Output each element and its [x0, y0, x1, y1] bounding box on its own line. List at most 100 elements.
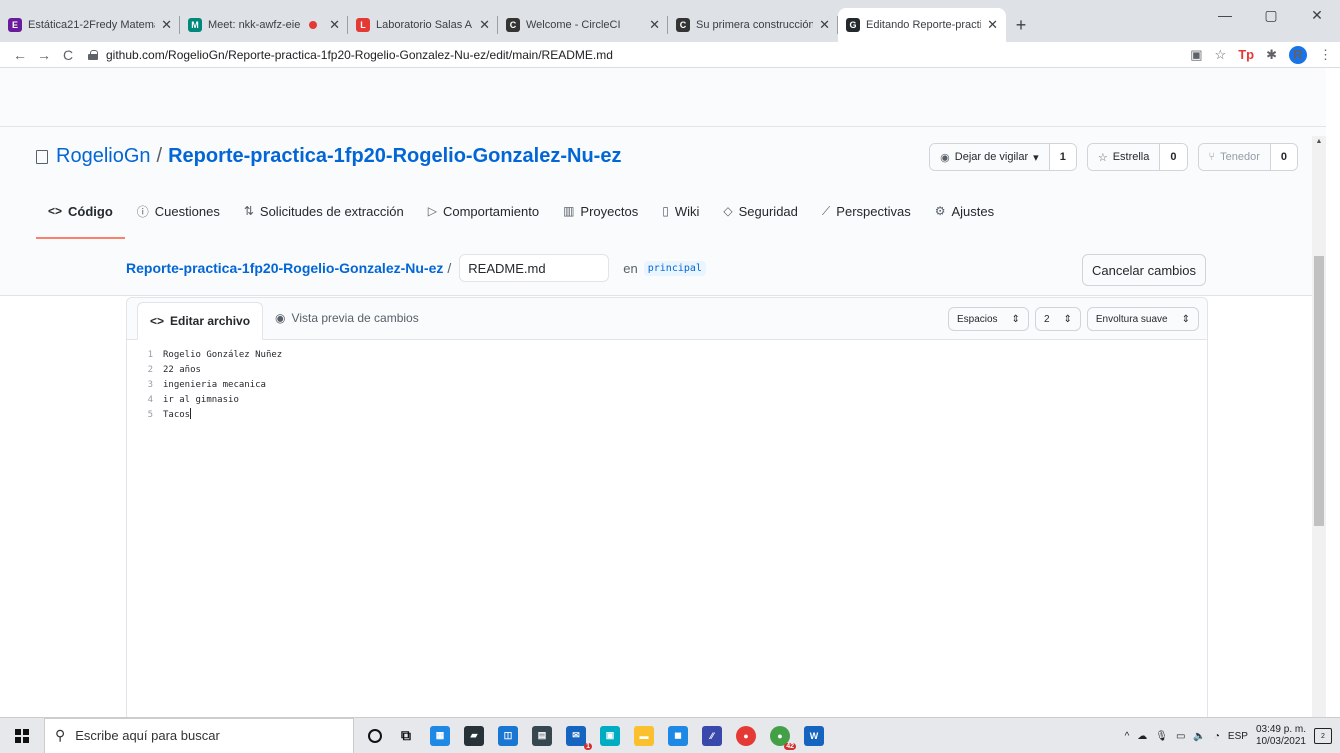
close-tab-icon[interactable]: ✕: [649, 17, 660, 33]
branch-label: principal: [643, 260, 706, 276]
code-icon: <>: [150, 314, 165, 328]
code-line[interactable]: 2 22 años: [127, 363, 1207, 378]
chrome-profile-app-icon[interactable]: ● 42: [770, 725, 796, 750]
wrap-mode-select[interactable]: Envoltura suave ⇕: [1086, 307, 1199, 331]
tab-issue[interactable]: ⓘ Cuestiones: [125, 195, 232, 227]
zoom-app-icon[interactable]: ◼: [668, 725, 688, 746]
browser-tab[interactable]: M Meet: nkk-awfz-eie ✕: [180, 8, 348, 42]
star-count[interactable]: 0: [1160, 144, 1187, 170]
bookmark-star-icon[interactable]: ☆: [1215, 47, 1227, 63]
code-line[interactable]: 1 Rogelio González Nuñez: [127, 348, 1207, 363]
close-tab-icon[interactable]: ✕: [479, 17, 490, 33]
line-number: 2: [147, 365, 153, 375]
tab-code[interactable]: <> Código: [36, 195, 125, 239]
browser-tab[interactable]: C Welcome - CircleCI ✕: [498, 8, 668, 42]
file-explorer-icon[interactable]: ▬: [634, 725, 654, 746]
mail-app-icon[interactable]: ✉ 1: [566, 725, 592, 750]
tab-actions[interactable]: ▷ Comportamiento: [416, 195, 551, 227]
battery-icon[interactable]: ▭: [1176, 731, 1185, 742]
scrollbar-thumb[interactable]: [1314, 256, 1324, 526]
tab-shield[interactable]: ◇ Seguridad: [711, 195, 810, 227]
breadcrumb-repo-link[interactable]: Reporte-practica-1fp20-Rogelio-Gonzalez-…: [126, 260, 443, 276]
onedrive-icon[interactable]: ☁: [1137, 731, 1147, 742]
reload-icon[interactable]: C: [56, 47, 80, 63]
address-bar[interactable]: github.com/RogelioGn/Reporte-practica-1f…: [88, 44, 1182, 66]
chrome-app-icon[interactable]: ●: [736, 725, 756, 746]
close-tab-icon[interactable]: ✕: [161, 17, 172, 33]
tab-gear[interactable]: ⚙ Ajustes: [923, 195, 1006, 227]
indent-size-select[interactable]: 2 ⇕: [1034, 307, 1081, 331]
menu-kebab-icon[interactable]: ⋮: [1319, 47, 1332, 63]
editor-tabs: <> Editar archivo ◉ Vista previa de camb…: [127, 298, 1207, 340]
language-indicator[interactable]: ESP: [1228, 731, 1248, 742]
code-line[interactable]: 5 Tacos: [127, 408, 1207, 423]
close-tab-icon[interactable]: ✕: [329, 17, 340, 33]
taskbar-search[interactable]: ⚲ Escribe aquí para buscar: [44, 717, 354, 753]
sticky-notes-icon[interactable]: ▰: [464, 725, 484, 746]
maximize-icon[interactable]: ▢: [1248, 0, 1294, 30]
word-app-icon[interactable]: W: [804, 725, 824, 746]
line-text: ir al gimnasio: [163, 395, 239, 405]
filename-input[interactable]: README.md: [459, 254, 610, 282]
start-button[interactable]: [0, 718, 44, 753]
tab-edit-file[interactable]: <> Editar archivo: [137, 302, 264, 340]
insights-icon: ⟋: [821, 203, 831, 218]
file-path-bar: Reporte-practica-1fp20-Rogelio-Gonzalez-…: [126, 254, 706, 282]
watch-count[interactable]: 1: [1049, 144, 1076, 170]
browser-tab[interactable]: C Su primera construcción ecol ✕: [668, 8, 838, 42]
repo-nav-label: Seguridad: [738, 203, 798, 219]
forward-icon[interactable]: →: [32, 47, 56, 63]
tab-wiki[interactable]: ▯ Wiki: [650, 195, 711, 227]
shield-icon: ◇: [723, 204, 733, 218]
tab-projects[interactable]: ▥ Proyectos: [551, 195, 650, 227]
calendar-app-icon[interactable]: ▦: [430, 725, 450, 746]
new-tab-button[interactable]: +: [1006, 8, 1036, 42]
repo-nav-label: Código: [68, 203, 113, 219]
teams-app-icon[interactable]: ⁄⁄: [702, 725, 722, 746]
tab-preview-changes[interactable]: ◉ Vista previa de cambios: [263, 297, 431, 339]
translate-icon[interactable]: ▣: [1190, 47, 1202, 63]
star-button[interactable]: ☆ Estrella 0: [1086, 143, 1188, 171]
code-area[interactable]: 1 Rogelio González Nuñez 2 22 años 3 ingenier…: [127, 340, 1207, 423]
watch-button[interactable]: ◉ Dejar de vigilar ▾ 1: [929, 143, 1077, 171]
indent-mode-select[interactable]: Espacios ⇕: [947, 307, 1029, 331]
close-window-icon[interactable]: ✕: [1294, 0, 1340, 30]
system-tray: ^ ☁ 🎙 ▭ 🔈 ◔ ESP 03:49 p. m. 10/03/2021 2: [1125, 718, 1332, 753]
volume-icon[interactable]: 🔈: [1193, 731, 1205, 742]
browser-toolbar: ← → C github.com/RogelioGn/Reporte-pract…: [0, 42, 1340, 68]
tab-insights[interactable]: ⟋ Perspectivas: [810, 195, 923, 227]
repo-name-link[interactable]: Reporte-practica-1fp20-Rogelio-Gonzalez-…: [168, 145, 621, 168]
fork-button[interactable]: ⑂ Tenedor 0: [1197, 143, 1298, 171]
puzzle-icon[interactable]: ✱: [1266, 47, 1277, 63]
browser-tab[interactable]: L Laboratorio Salas A y B ✕: [348, 8, 498, 42]
microphone-icon[interactable]: 🎙: [1155, 731, 1168, 742]
branch-prefix: en: [623, 260, 638, 276]
spotify-app-icon[interactable]: ▣: [600, 725, 620, 746]
extension-tp-icon[interactable]: Tp: [1238, 47, 1254, 62]
browser-tab[interactable]: E Estática21-2Fredy Matemátic ✕: [0, 8, 180, 42]
task-view-icon[interactable]: ⧉: [396, 726, 416, 746]
page-scrollbar[interactable]: ▲ ▼: [1312, 136, 1326, 717]
clock[interactable]: 03:49 p. m. 10/03/2021: [1256, 724, 1306, 748]
github-header-band: [0, 68, 1326, 126]
photos-app-icon[interactable]: ◫: [498, 725, 518, 746]
cancel-changes-button[interactable]: Cancelar cambios: [1082, 254, 1206, 286]
minimize-icon[interactable]: —: [1202, 0, 1248, 30]
code-line[interactable]: 4 ir al gimnasio: [127, 393, 1207, 408]
close-tab-icon[interactable]: ✕: [987, 17, 998, 33]
profile-avatar[interactable]: R: [1289, 45, 1307, 64]
fork-count[interactable]: 0: [1270, 144, 1297, 170]
file-editor: <> Editar archivo ◉ Vista previa de camb…: [126, 297, 1208, 717]
tray-chevron-icon[interactable]: ^: [1125, 731, 1130, 742]
scroll-up-icon[interactable]: ▲: [1312, 138, 1326, 145]
wifi-icon[interactable]: ◔: [1214, 731, 1220, 742]
back-icon[interactable]: ←: [8, 47, 32, 63]
cortana-icon[interactable]: [368, 728, 382, 743]
tab-pull-request[interactable]: ⇅ Solicitudes de extracción: [232, 195, 416, 227]
store-app-icon[interactable]: ▤: [532, 725, 552, 746]
repo-owner-link[interactable]: RogelioGn: [56, 145, 151, 168]
notifications-icon[interactable]: 2: [1314, 728, 1332, 744]
close-tab-icon[interactable]: ✕: [819, 17, 830, 33]
browser-tab[interactable]: G Editando Reporte-practica-1 ✕: [838, 8, 1006, 42]
code-line[interactable]: 3 ingenieria mecanica: [127, 378, 1207, 393]
